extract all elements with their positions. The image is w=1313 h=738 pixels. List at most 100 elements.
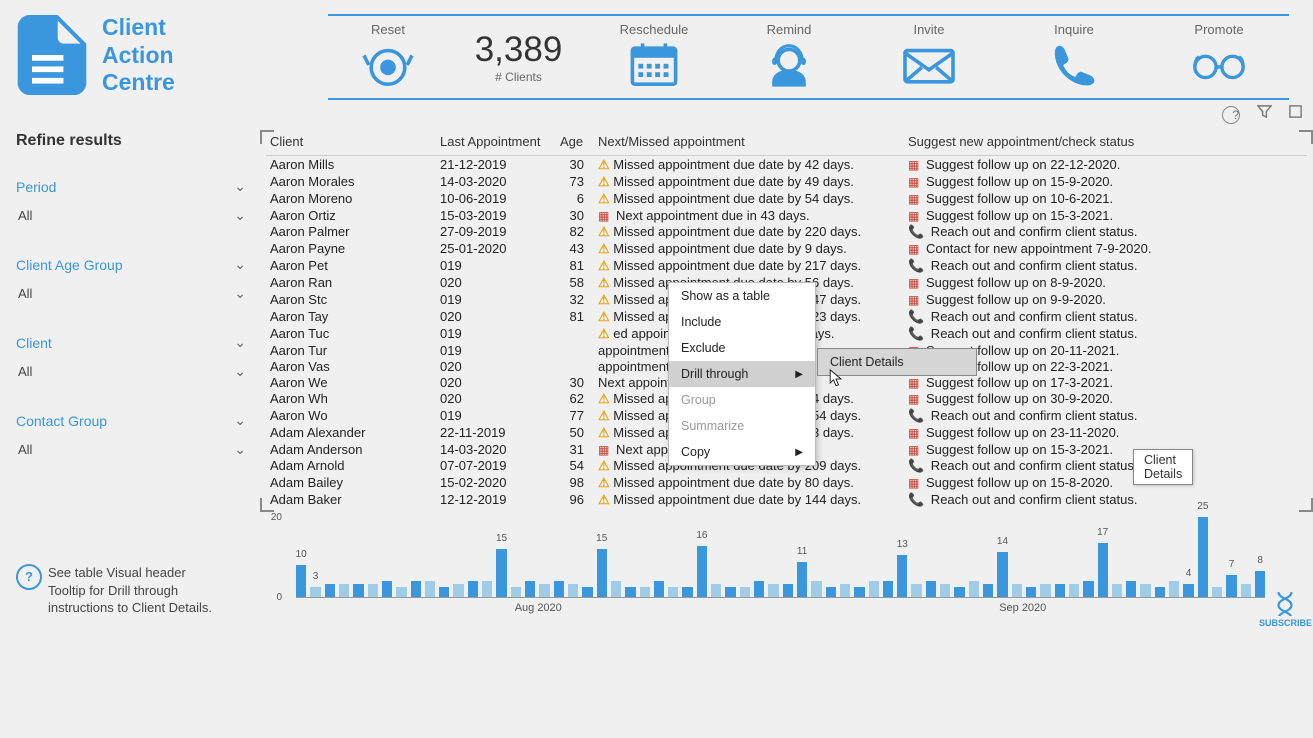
chart-bar[interactable]: 16	[697, 546, 707, 597]
chart-bar[interactable]	[768, 584, 778, 597]
card-promote[interactable]: Promote	[1149, 22, 1289, 92]
appointments-chart[interactable]: 20 0 1031515161113141742578 Aug 2020 Sep…	[260, 518, 1313, 638]
chart-bar[interactable]	[640, 587, 650, 597]
chart-bar[interactable]	[840, 584, 850, 597]
table-row[interactable]: Aaron Pet01981⚠ Missed appointment due d…	[266, 257, 1307, 274]
chart-bar[interactable]	[854, 587, 864, 597]
ctx-exclude[interactable]: Exclude	[669, 335, 815, 361]
chart-bar[interactable]	[1083, 581, 1093, 597]
clients-table[interactable]: Client Last Appointment Age Next/Missed …	[260, 130, 1313, 508]
chart-bar[interactable]	[1155, 587, 1165, 597]
chart-bar[interactable]	[940, 584, 950, 597]
card-inquire[interactable]: Inquire	[999, 22, 1149, 92]
chart-bar[interactable]	[983, 584, 993, 597]
chart-bar[interactable]	[396, 587, 406, 597]
chart-bar[interactable]	[353, 584, 363, 597]
chart-bar[interactable]	[883, 581, 893, 597]
chart-bar[interactable]	[482, 581, 492, 597]
table-header-row[interactable]: Client Last Appointment Age Next/Missed …	[266, 130, 1307, 156]
card-reset[interactable]: Reset	[328, 22, 448, 92]
chart-bar[interactable]	[1140, 584, 1150, 597]
chart-bar[interactable]	[740, 587, 750, 597]
chart-bar[interactable]	[826, 587, 836, 597]
chart-bar[interactable]	[1212, 587, 1222, 597]
chart-bar[interactable]	[1069, 584, 1079, 597]
chart-bar[interactable]	[554, 581, 564, 597]
header-suggest[interactable]: Suggest new appointment/check status	[904, 130, 1307, 156]
card-remind[interactable]: Remind	[719, 22, 859, 92]
chart-bar[interactable]: 10	[296, 565, 306, 597]
filter-icon[interactable]	[1257, 106, 1276, 123]
chart-bar[interactable]	[811, 581, 821, 597]
header-age[interactable]: Age	[556, 130, 594, 156]
ctx-drill-through[interactable]: Drill through▶	[669, 361, 815, 387]
chart-bar[interactable]	[911, 584, 921, 597]
help-icon[interactable]: ?	[1222, 106, 1240, 124]
chart-bar[interactable]	[425, 581, 435, 597]
chart-bar[interactable]	[1055, 584, 1065, 597]
chart-bar[interactable]	[525, 581, 535, 597]
focus-icon[interactable]	[1288, 106, 1303, 123]
filter-contact-group[interactable]: Contact Group⌄ All⌄	[16, 406, 246, 464]
chart-bar[interactable]: 11	[797, 562, 807, 597]
chart-bar[interactable]: 3	[310, 587, 320, 597]
chart-bar[interactable]: 25	[1198, 517, 1208, 597]
chart-bar[interactable]	[368, 584, 378, 597]
chart-bar[interactable]	[1012, 584, 1022, 597]
header-last[interactable]: Last Appointment	[436, 130, 556, 156]
table-row[interactable]: Aaron Morales14-03-202073⚠ Missed appoin…	[266, 173, 1307, 190]
chart-bar[interactable]	[926, 581, 936, 597]
chart-bar[interactable]: 14	[997, 552, 1007, 597]
chart-bar[interactable]: 7	[1226, 575, 1236, 597]
chart-bar[interactable]	[711, 584, 721, 597]
chart-bar[interactable]	[411, 581, 421, 597]
filter-period[interactable]: Period⌄ All⌄	[16, 172, 246, 230]
chart-bar[interactable]	[1241, 584, 1251, 597]
chart-bar[interactable]	[725, 587, 735, 597]
header-client[interactable]: Client	[266, 130, 436, 156]
chart-bar[interactable]	[439, 587, 449, 597]
chart-bar[interactable]: 15	[496, 549, 506, 597]
chart-bar[interactable]	[954, 587, 964, 597]
table-row[interactable]: Aaron Ortiz15-03-201930▦ Next appointmen…	[266, 207, 1307, 223]
subscribe-badge[interactable]: SUBSCRIBE	[1259, 590, 1311, 628]
chart-bar[interactable]	[568, 584, 578, 597]
filter-age-group[interactable]: Client Age Group⌄ All⌄	[16, 250, 246, 308]
ctx-include[interactable]: Include	[669, 309, 815, 335]
chart-bar[interactable]	[969, 581, 979, 597]
table-row[interactable]: Adam Baker12-12-201996⚠ Missed appointme…	[266, 491, 1307, 508]
chart-bar[interactable]	[625, 587, 635, 597]
filter-client[interactable]: Client⌄ All⌄	[16, 328, 246, 386]
chart-bar[interactable]	[869, 581, 879, 597]
chart-bar[interactable]	[783, 584, 793, 597]
chart-bar[interactable]	[611, 581, 621, 597]
chart-bar[interactable]	[1126, 581, 1136, 597]
chart-bar[interactable]	[668, 587, 678, 597]
chart-bar[interactable]	[754, 581, 764, 597]
table-row[interactable]: Aaron Moreno10-06-20196⚠ Missed appointm…	[266, 190, 1307, 207]
chart-bar[interactable]	[382, 581, 392, 597]
chart-bar[interactable]	[511, 587, 521, 597]
chart-bar[interactable]	[582, 587, 592, 597]
card-invite[interactable]: Invite	[859, 22, 999, 92]
table-row[interactable]: Aaron Mills21-12-201930⚠ Missed appointm…	[266, 156, 1307, 174]
chart-bar[interactable]	[453, 584, 463, 597]
chart-bar[interactable]	[1040, 584, 1050, 597]
chart-bar[interactable]	[1112, 584, 1122, 597]
chart-bar[interactable]: 4	[1183, 584, 1193, 597]
table-row[interactable]: Aaron Palmer27-09-201982⚠ Missed appoint…	[266, 223, 1307, 240]
chart-bar[interactable]	[339, 584, 349, 597]
chart-bar[interactable]: 15	[597, 549, 607, 597]
chart-bar[interactable]: 17	[1098, 543, 1108, 597]
context-menu[interactable]: Show as a table Include Exclude Drill th…	[668, 282, 816, 466]
card-reschedule[interactable]: Reschedule	[589, 22, 719, 92]
chart-bar[interactable]: 13	[897, 555, 907, 597]
chart-bar[interactable]	[539, 584, 549, 597]
chart-bar[interactable]	[1026, 587, 1036, 597]
ctx-copy[interactable]: Copy▶	[669, 439, 815, 465]
chart-bar[interactable]	[654, 581, 664, 597]
chart-bar[interactable]	[682, 587, 692, 597]
table-row[interactable]: Aaron Payne25-01-202043⚠ Missed appointm…	[266, 240, 1307, 257]
header-next[interactable]: Next/Missed appointment	[594, 130, 904, 156]
chart-bar[interactable]	[468, 581, 478, 597]
